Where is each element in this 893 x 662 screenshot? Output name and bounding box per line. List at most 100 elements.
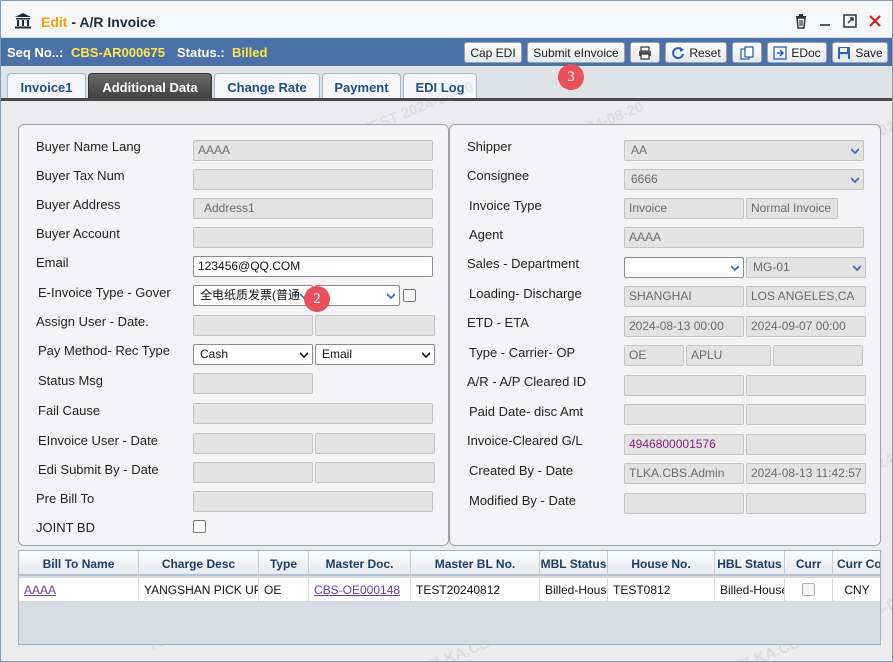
column-header[interactable]: Curr — [785, 551, 833, 576]
column-header[interactable]: Master Doc. — [309, 551, 411, 576]
created-by-field[interactable]: TLKA.CBS.Admin — [624, 463, 744, 484]
floppy-disk-icon — [838, 46, 851, 59]
department-select[interactable]: MG-01 — [746, 257, 866, 278]
invoice-type-field[interactable]: Invoice — [624, 198, 744, 219]
buyer-account-field[interactable] — [193, 227, 433, 248]
gover-checkbox[interactable] — [403, 289, 416, 302]
etd-field[interactable]: 2024-08-13 00:00 — [624, 316, 744, 337]
status-value: Billed — [232, 45, 268, 60]
assign-user-field[interactable] — [193, 315, 313, 336]
additional-data-content: TLKA.CBS.TEST 2024-08-20 TLKA.CBS.TEST 2… — [1, 78, 892, 661]
reset-label: Reset — [689, 45, 721, 60]
save-button[interactable]: Save — [832, 42, 888, 63]
curr-checkbox[interactable] — [802, 583, 815, 596]
pay-method-value: Cash — [200, 347, 229, 361]
shipper-label: Shipper — [467, 139, 512, 154]
edi-submit-user-field[interactable] — [193, 462, 313, 483]
invoice-cleared-field[interactable]: 4946800001576 — [624, 434, 744, 455]
pay-method-select[interactable]: Cash — [193, 344, 313, 365]
column-header[interactable]: Charge Desc — [139, 551, 259, 576]
invoice-subtype-field[interactable]: Normal Invoice — [746, 198, 838, 219]
type-field[interactable]: OE — [624, 345, 684, 366]
loading-discharge-label: Loading- Discharge — [469, 286, 582, 301]
chevron-down-icon — [731, 265, 739, 272]
tab-label: Invoice1 — [20, 79, 73, 95]
buyer-name-lang-field[interactable]: AAAA — [193, 140, 433, 161]
ap-cleared-field[interactable] — [746, 375, 866, 396]
buyer-address-field[interactable]: Address1 — [193, 198, 433, 219]
column-header[interactable]: Type — [259, 551, 309, 576]
edi-submit-date-field[interactable] — [315, 462, 435, 483]
tab-change-rate[interactable]: Change Rate — [214, 73, 320, 100]
rec-type-select[interactable]: Email — [315, 344, 435, 365]
modified-date-field[interactable] — [746, 493, 866, 514]
einvoice-type-select[interactable]: 全电纸质发票(普通 — [193, 285, 313, 306]
email-label: Email — [36, 255, 69, 270]
ar-cleared-field[interactable] — [624, 375, 744, 396]
einvoice-date-field[interactable] — [315, 433, 435, 454]
disc-amt-field[interactable] — [746, 404, 866, 425]
shipper-select[interactable]: AA — [624, 140, 864, 161]
discharge-port-field[interactable]: LOS ANGELES,CA — [746, 286, 866, 307]
curr-code-cell: CNY — [833, 578, 880, 602]
step-badge-2: 2 — [304, 286, 330, 312]
tab-invoice1[interactable]: Invoice1 — [7, 73, 86, 100]
mbl-status-cell: Billed-House — [540, 578, 608, 602]
column-header[interactable]: MBL Status — [540, 551, 608, 576]
sales-select[interactable] — [624, 257, 744, 278]
tab-payment[interactable]: Payment — [322, 73, 401, 100]
edoc-label: EDoc — [791, 45, 821, 60]
column-header[interactable]: House No. — [608, 551, 715, 576]
curr-cell — [785, 578, 833, 602]
buyer-tax-num-field[interactable] — [193, 169, 433, 190]
pre-bill-to-label: Pre Bill To — [36, 491, 95, 506]
assign-date-field[interactable] — [315, 315, 435, 336]
print-button[interactable] — [630, 42, 660, 63]
tab-edi-log[interactable]: EDI Log — [403, 73, 477, 100]
eta-field[interactable]: 2024-09-07 00:00 — [746, 316, 866, 337]
minimize-icon[interactable] — [817, 13, 833, 29]
column-header[interactable]: Curr Cod — [833, 551, 880, 576]
table-row[interactable]: AAAA YANGSHAN PICK UP OE CBS-OE000148 TE… — [19, 578, 880, 602]
joint-bd-label: JOINT BD — [36, 520, 95, 535]
modified-by-label: Modified By - Date — [469, 493, 576, 508]
tab-additional-data[interactable]: Additional Data — [88, 73, 212, 100]
created-date-field[interactable]: 2024-08-13 11:42:57 — [746, 463, 866, 484]
chevron-down-icon — [851, 148, 859, 155]
einvoice-user-field[interactable] — [193, 433, 313, 454]
trash-icon[interactable] — [793, 13, 809, 29]
buyer-address-label: Buyer Address — [36, 197, 121, 212]
column-header[interactable]: HBL Status — [715, 551, 785, 576]
maximize-icon[interactable] — [842, 13, 858, 29]
edoc-button[interactable]: EDoc — [767, 42, 827, 63]
ar-ap-cleared-label: A/R - A/P Cleared ID — [467, 374, 586, 389]
modified-by-field[interactable] — [624, 493, 744, 514]
edi-submit-by-label: Edi Submit By - Date — [38, 462, 159, 477]
master-doc-link[interactable]: CBS-OE000148 — [309, 578, 411, 602]
paid-date-field[interactable] — [624, 404, 744, 425]
op-field[interactable] — [773, 345, 863, 366]
cap-edi-button[interactable]: Cap EDI — [464, 42, 522, 63]
email-field[interactable]: 123456@QQ.COM — [193, 256, 433, 277]
title-bar: Edit - A/R Invoice — [1, 1, 892, 38]
joint-bd-checkbox[interactable] — [193, 520, 206, 533]
consignee-select[interactable]: 6666 — [624, 169, 864, 190]
carrier-field[interactable]: APLU — [686, 345, 771, 366]
reset-button[interactable]: Reset — [665, 42, 727, 63]
refresh-icon — [672, 46, 685, 59]
column-header[interactable]: Master BL No. — [411, 551, 540, 576]
buyer-name-lang-label: Buyer Name Lang — [36, 139, 141, 154]
status-msg-field[interactable] — [193, 373, 313, 394]
bill-to-name-link[interactable]: AAAA — [19, 578, 139, 602]
charge-desc-cell: YANGSHAN PICK UP — [139, 578, 259, 602]
close-icon[interactable] — [867, 13, 883, 29]
einvoice-user-label: EInvoice User - Date — [38, 433, 158, 448]
loading-port-field[interactable]: SHANGHAI — [624, 286, 744, 307]
agent-field[interactable]: AAAA — [624, 227, 864, 248]
column-header[interactable]: Bill To Name — [19, 551, 139, 576]
submit-einvoice-button[interactable]: Submit eInvoice — [527, 42, 625, 63]
pre-bill-to-field[interactable] — [193, 491, 433, 512]
gl-field[interactable] — [746, 434, 866, 455]
copy-button[interactable] — [732, 42, 762, 63]
fail-cause-field[interactable] — [193, 403, 433, 424]
